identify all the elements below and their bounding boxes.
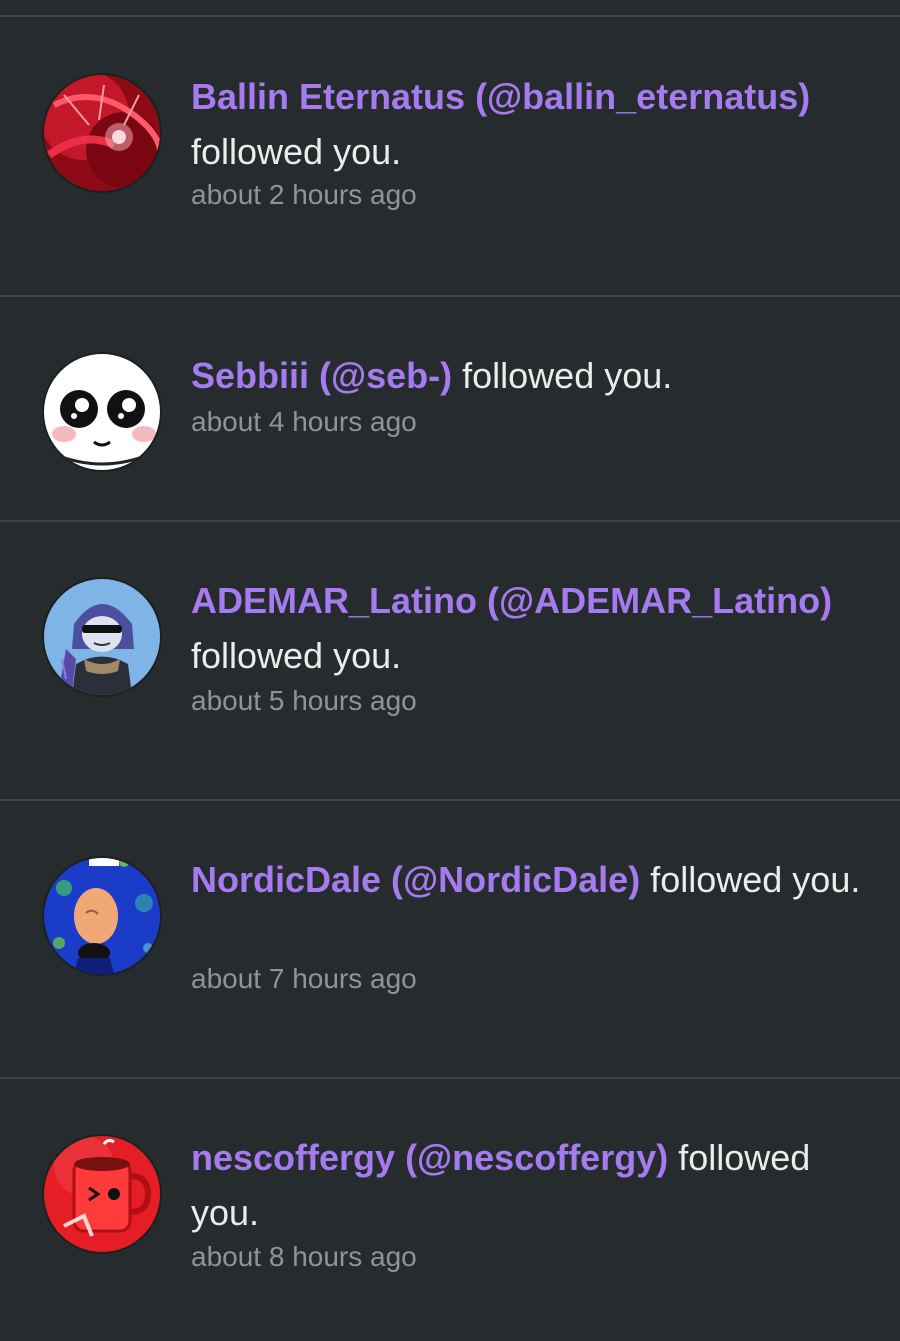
notification-text: ADEMAR_Latino (@ADEMAR_Latino) followed … xyxy=(191,573,871,683)
notification-text: Sebbiii (@seb-) followed you. xyxy=(191,348,871,403)
notification-text: nescoffergy (@nescoffergy) followed you. xyxy=(191,1130,871,1240)
timestamp: about 4 hours ago xyxy=(191,406,417,437)
red-mug-avatar-icon xyxy=(44,1136,160,1252)
user-avatar[interactable] xyxy=(44,354,160,470)
notification-item[interactable]: nescoffergy (@nescoffergy) followed you.… xyxy=(0,1079,900,1341)
notification-item[interactable]: Ballin Eternatus (@ballin_eternatus) fol… xyxy=(0,17,900,295)
notification-item[interactable]: NordicDale (@NordicDale) followed you. a… xyxy=(0,801,900,1077)
notification-item[interactable]: Sebbiii (@seb-) followed you. about 4 ho… xyxy=(0,297,900,520)
notification-text: NordicDale (@NordicDale) followed you. xyxy=(191,852,871,907)
user-avatar[interactable] xyxy=(44,75,160,191)
notification-item[interactable]: ADEMAR_Latino (@ADEMAR_Latino) followed … xyxy=(0,522,900,799)
action-text: followed you. xyxy=(462,355,673,396)
notification-text: Ballin Eternatus (@ballin_eternatus) fol… xyxy=(191,69,871,179)
cartoon-face-avatar-icon xyxy=(44,354,160,470)
user-link[interactable]: NordicDale (@NordicDale) xyxy=(191,859,640,900)
notification-feed: Ballin Eternatus (@ballin_eternatus) fol… xyxy=(0,0,900,1341)
user-link[interactable]: nescoffergy (@nescoffergy) xyxy=(191,1137,668,1178)
timestamp: about 8 hours ago xyxy=(191,1241,417,1272)
user-avatar[interactable] xyxy=(44,1136,160,1252)
action-text: followed you. xyxy=(650,859,861,900)
user-avatar[interactable] xyxy=(44,579,160,695)
red-abstract-avatar-icon xyxy=(44,75,160,191)
user-link[interactable]: ADEMAR_Latino (@ADEMAR_Latino) xyxy=(191,580,832,621)
egg-character-avatar-icon xyxy=(44,858,160,974)
timestamp: about 5 hours ago xyxy=(191,685,417,716)
user-link[interactable]: Ballin Eternatus (@ballin_eternatus) xyxy=(191,76,810,117)
action-text: followed you. xyxy=(191,635,402,676)
action-text: followed you. xyxy=(191,131,402,172)
anime-character-avatar-icon xyxy=(44,579,160,695)
user-link[interactable]: Sebbiii (@seb-) xyxy=(191,355,452,396)
user-avatar[interactable] xyxy=(44,858,160,974)
timestamp: about 2 hours ago xyxy=(191,179,417,210)
timestamp: about 7 hours ago xyxy=(191,963,417,994)
